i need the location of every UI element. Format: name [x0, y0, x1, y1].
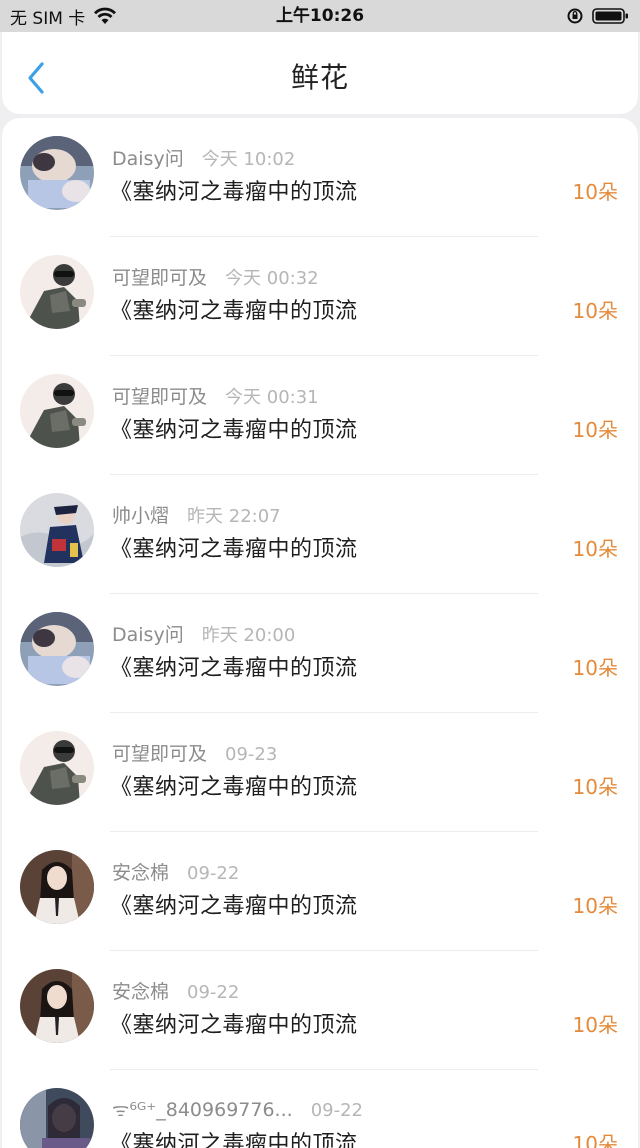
battery-icon	[592, 8, 628, 24]
timestamp: 09-22	[187, 863, 240, 884]
avatar	[20, 255, 94, 329]
flower-count: 10朵	[572, 537, 618, 561]
timestamp: 09-22	[187, 982, 240, 1003]
photo-avatar-c	[20, 493, 94, 567]
flower-count: 10朵	[572, 656, 618, 680]
item-meta: 可望即可及 今天 00:31	[112, 382, 319, 409]
timestamp: 昨天 20:00	[201, 625, 296, 646]
avatar	[20, 136, 94, 210]
flower-count: 10朵	[572, 775, 618, 799]
status-bar: 无 SIM 卡 上午10:26	[0, 0, 640, 32]
user-name[interactable]: 可望即可及	[112, 263, 207, 290]
flower-count: 10朵	[572, 894, 618, 918]
item-meta: 可望即可及 09-23	[112, 739, 277, 766]
timestamp: 今天 10:02	[201, 149, 296, 170]
flower-count: 10朵	[572, 180, 618, 204]
user-name[interactable]: 帅小熠	[112, 501, 169, 528]
item-meta: 安念棉 09-22	[112, 858, 239, 885]
item-meta: 安念棉 09-22	[112, 977, 239, 1004]
avatar	[20, 374, 94, 448]
photo-avatar-b	[20, 731, 94, 805]
item-meta: Daisy问 昨天 20:00	[112, 620, 295, 647]
item-title: 《塞纳河之毒瘤中的顶流	[110, 1132, 358, 1148]
timestamp: 09-22	[310, 1100, 363, 1121]
user-name[interactable]: Daisy问	[112, 144, 184, 171]
list-item[interactable]: 安念棉 09-22 《塞纳河之毒瘤中的顶流 10朵	[2, 832, 638, 951]
avatar	[20, 969, 94, 1043]
status-right	[566, 0, 630, 32]
photo-avatar-a	[20, 612, 94, 686]
avatar	[20, 493, 94, 567]
item-title: 《塞纳河之毒瘤中的顶流	[110, 1013, 358, 1038]
timestamp: 今天 00:32	[225, 268, 319, 289]
list-item[interactable]: ᯤ⁶ᴳ⁺_840969776... 09-22 《塞纳河之毒瘤中的顶流 10朵	[2, 1070, 638, 1148]
nav-header: 鲜花	[2, 32, 638, 114]
user-name[interactable]: 可望即可及	[112, 739, 207, 766]
status-time: 上午10:26	[275, 6, 365, 26]
list-item[interactable]: 可望即可及 今天 00:32 《塞纳河之毒瘤中的顶流 10朵	[2, 237, 638, 356]
item-title: 《塞纳河之毒瘤中的顶流	[110, 894, 358, 919]
timestamp: 09-23	[225, 744, 278, 765]
photo-avatar-b	[20, 374, 94, 448]
avatar	[20, 850, 94, 924]
item-title: 《塞纳河之毒瘤中的顶流	[110, 299, 358, 324]
list-item[interactable]: 可望即可及 09-23 《塞纳河之毒瘤中的顶流 10朵	[2, 713, 638, 832]
item-title: 《塞纳河之毒瘤中的顶流	[110, 537, 358, 562]
photo-avatar-a	[20, 136, 94, 210]
list-item[interactable]: 安念棉 09-22 《塞纳河之毒瘤中的顶流 10朵	[2, 951, 638, 1070]
page-title: 鲜花	[290, 61, 349, 94]
list-item[interactable]: Daisy问 今天 10:02 《塞纳河之毒瘤中的顶流 10朵	[2, 118, 638, 237]
photo-avatar-d	[20, 969, 94, 1043]
item-meta: Daisy问 今天 10:02	[112, 144, 295, 171]
item-meta: 可望即可及 今天 00:32	[112, 263, 319, 290]
user-name[interactable]: Daisy问	[112, 620, 184, 647]
list-item[interactable]: Daisy问 昨天 20:00 《塞纳河之毒瘤中的顶流 10朵	[2, 594, 638, 713]
user-name[interactable]: 安念棉	[112, 858, 169, 885]
item-meta: 帅小熠 昨天 22:07	[112, 501, 281, 528]
gift-list: Daisy问 今天 10:02 《塞纳河之毒瘤中的顶流 10朵 可望即可及 今天…	[2, 118, 638, 1148]
list-item[interactable]: 可望即可及 今天 00:31 《塞纳河之毒瘤中的顶流 10朵	[2, 356, 638, 475]
photo-avatar-e	[20, 1088, 94, 1148]
timestamp: 今天 00:31	[225, 387, 319, 408]
user-name[interactable]: 可望即可及	[112, 382, 207, 409]
item-title: 《塞纳河之毒瘤中的顶流	[110, 656, 358, 681]
item-title: 《塞纳河之毒瘤中的顶流	[110, 180, 358, 205]
item-meta: ᯤ⁶ᴳ⁺_840969776... 09-22	[112, 1096, 363, 1122]
avatar	[20, 1088, 94, 1148]
item-title: 《塞纳河之毒瘤中的顶流	[110, 418, 358, 443]
orientation-lock-icon	[567, 8, 583, 24]
item-title: 《塞纳河之毒瘤中的顶流	[110, 775, 358, 800]
flower-count: 10朵	[572, 1132, 618, 1148]
flower-count: 10朵	[572, 1013, 618, 1037]
user-name[interactable]: ᯤ⁶ᴳ⁺_840969776...	[112, 1096, 293, 1122]
avatar	[20, 612, 94, 686]
list-item[interactable]: 帅小熠 昨天 22:07 《塞纳河之毒瘤中的顶流 10朵	[2, 475, 638, 594]
flower-count: 10朵	[572, 299, 618, 323]
flower-count: 10朵	[572, 418, 618, 442]
user-name[interactable]: 安念棉	[112, 977, 169, 1004]
photo-avatar-b	[20, 255, 94, 329]
timestamp: 昨天 22:07	[187, 506, 281, 527]
avatar	[20, 731, 94, 805]
photo-avatar-d	[20, 850, 94, 924]
